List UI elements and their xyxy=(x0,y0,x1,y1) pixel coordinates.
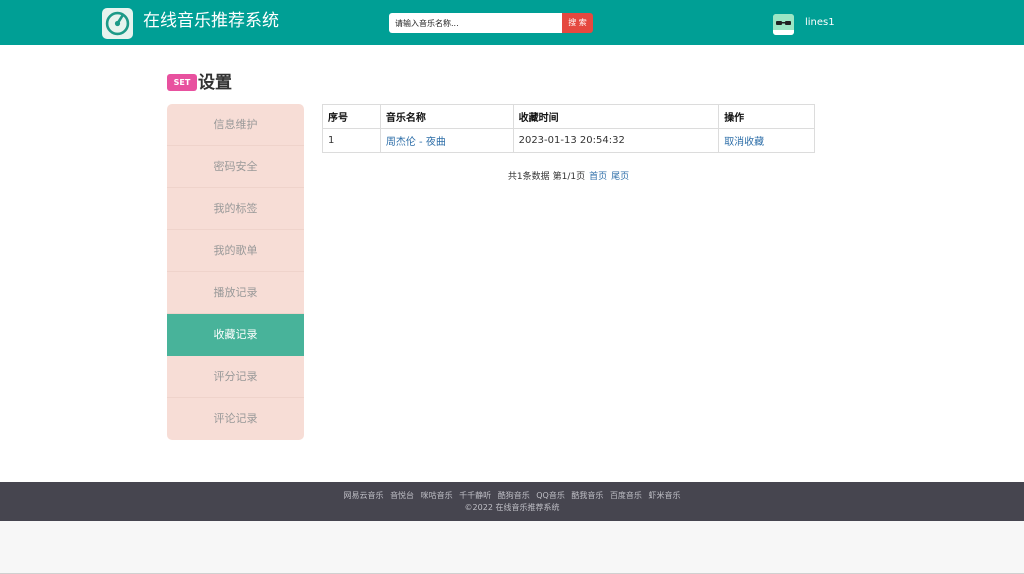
footer-link-qq[interactable]: QQ音乐 xyxy=(536,491,565,500)
username[interactable]: lines1 xyxy=(805,16,835,30)
settings-sidebar: 信息维护 密码安全 我的标签 我的歌单 播放记录 收藏记录 评分记录 评论记录 xyxy=(167,104,304,440)
footer-link-xiami[interactable]: 虾米音乐 xyxy=(648,491,680,500)
page-title: 设置 xyxy=(198,73,232,93)
footer-link-migu[interactable]: 咪咕音乐 xyxy=(421,491,453,500)
first-page-link[interactable]: 首页 xyxy=(589,172,607,182)
app-logo[interactable] xyxy=(102,8,133,39)
sidebar-item-favorites[interactable]: 收藏记录 xyxy=(167,314,304,356)
table-row: 1 周杰伦 - 夜曲 2023-01-13 20:54:32 取消收藏 xyxy=(322,128,815,153)
copyright: ©2022 在线音乐推荐系统 xyxy=(464,503,560,512)
footer-links: 网易云音乐 音悦台 咪咕音乐 千千静听 酷狗音乐 QQ音乐 酷我音乐 百度音乐 … xyxy=(0,482,1024,501)
row-action-cell: 取消收藏 xyxy=(718,128,815,153)
row-index: 1 xyxy=(322,128,381,153)
sidebar-item-comments[interactable]: 评论记录 xyxy=(167,398,304,440)
column-header-action: 操作 xyxy=(718,104,815,129)
sidebar-item-ratings[interactable]: 评分记录 xyxy=(167,356,304,398)
top-header: 在线音乐推荐系统 搜 索 lines1 xyxy=(0,0,1024,45)
app-title[interactable]: 在线音乐推荐系统 xyxy=(143,10,279,32)
row-music-cell: 周杰伦 - 夜曲 xyxy=(379,128,514,153)
sidebar-item-password[interactable]: 密码安全 xyxy=(167,146,304,188)
sidebar-item-playlists[interactable]: 我的歌单 xyxy=(167,230,304,272)
sunglasses-avatar-icon xyxy=(773,14,794,35)
user-avatar[interactable] xyxy=(773,14,794,35)
search-button[interactable]: 搜 索 xyxy=(562,13,593,33)
table-header-row: 序号 音乐名称 收藏时间 操作 xyxy=(322,104,815,129)
favorites-table: 序号 音乐名称 收藏时间 操作 1 周杰伦 - 夜曲 2023-01-13 20… xyxy=(322,104,815,153)
pagination-page-info: 第1/1页 xyxy=(552,172,586,182)
pagination: 共1条数据 第1/1页 首页 尾页 xyxy=(322,171,815,183)
footer-link-netease[interactable]: 网易云音乐 xyxy=(344,491,384,500)
sidebar-item-profile[interactable]: 信息维护 xyxy=(167,104,304,146)
column-header-index: 序号 xyxy=(322,104,381,129)
footer-link-baidu[interactable]: 百度音乐 xyxy=(610,491,642,500)
last-page-link[interactable]: 尾页 xyxy=(611,172,629,182)
sidebar-item-play-history[interactable]: 播放记录 xyxy=(167,272,304,314)
bottom-blank-area xyxy=(0,521,1024,574)
column-header-time: 收藏时间 xyxy=(512,104,720,129)
sidebar-item-tags[interactable]: 我的标签 xyxy=(167,188,304,230)
row-time: 2023-01-13 20:54:32 xyxy=(512,128,720,153)
footer-link-qianqian[interactable]: 千千静听 xyxy=(459,491,491,500)
column-header-music: 音乐名称 xyxy=(379,104,514,129)
music-link[interactable]: 周杰伦 - 夜曲 xyxy=(386,137,446,148)
unfavorite-link[interactable]: 取消收藏 xyxy=(724,137,764,148)
set-badge: SET xyxy=(167,74,197,91)
search-input[interactable] xyxy=(389,13,563,33)
footer-link-kugou[interactable]: 酷狗音乐 xyxy=(498,491,530,500)
music-disc-icon xyxy=(105,11,130,36)
footer-link-kuwo[interactable]: 酷我音乐 xyxy=(571,491,603,500)
footer-link-yinyuetai[interactable]: 音悦台 xyxy=(390,491,414,500)
footer: 网易云音乐 音悦台 咪咕音乐 千千静听 酷狗音乐 QQ音乐 酷我音乐 百度音乐 … xyxy=(0,482,1024,521)
pagination-summary: 共1条数据 xyxy=(507,172,550,182)
